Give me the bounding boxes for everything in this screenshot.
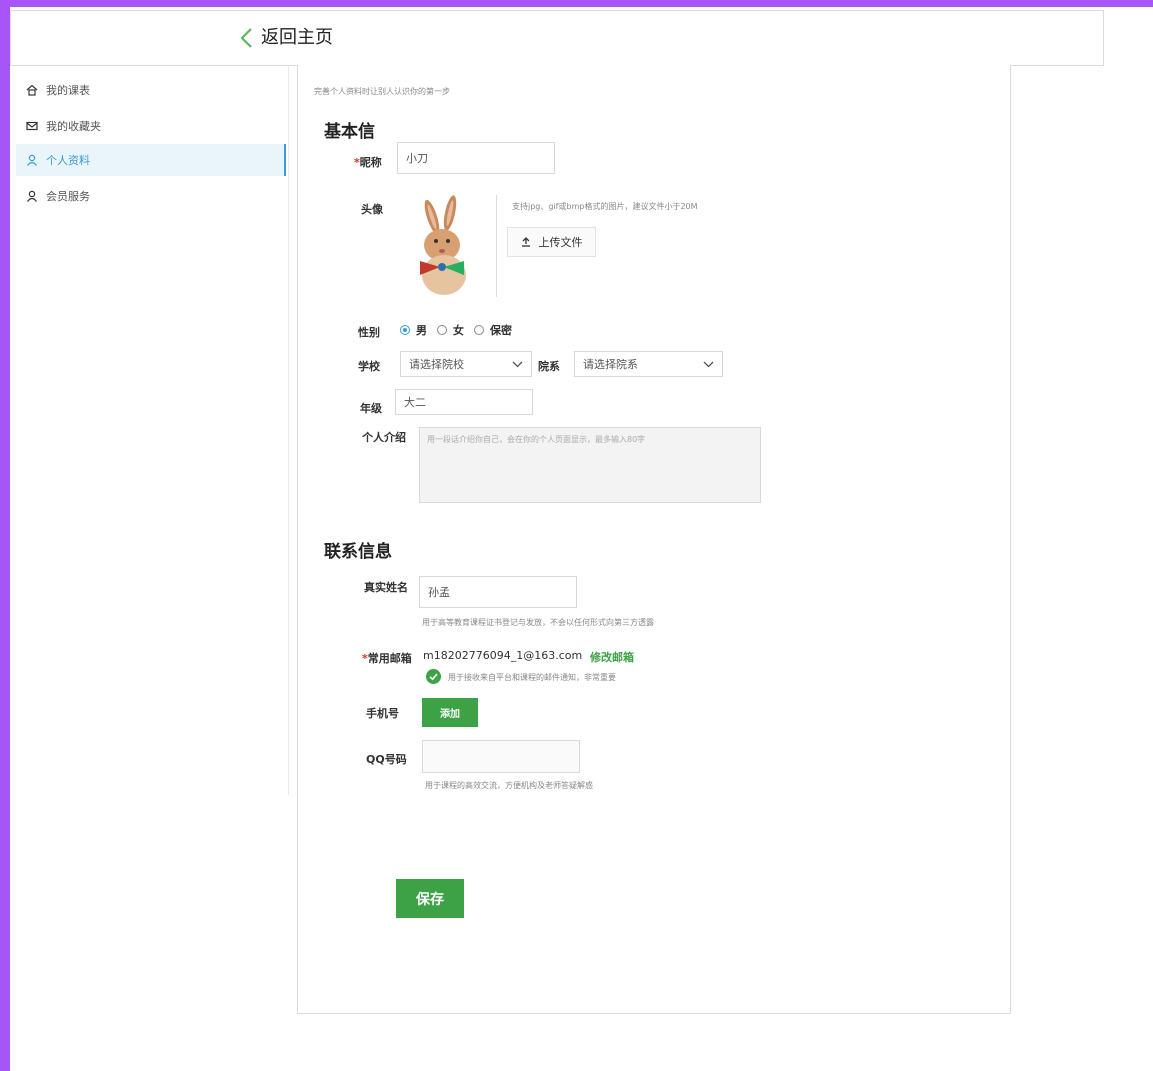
- department-label: 院系: [538, 360, 560, 373]
- radio-unchecked: [437, 325, 447, 335]
- school-select[interactable]: 请选择院校: [400, 351, 532, 377]
- nickname-label: *昵称: [354, 156, 382, 169]
- user-icon: [27, 154, 37, 166]
- home-icon: [26, 84, 38, 96]
- sidebar-item-profile[interactable]: 个人资料: [16, 144, 286, 176]
- chevron-down-icon: [512, 361, 523, 367]
- real-name-input[interactable]: 孙孟: [419, 576, 577, 608]
- sidebar-item-membership[interactable]: 会员服务: [16, 180, 286, 212]
- sidebar-item-label: 我的收藏夹: [46, 120, 101, 133]
- chevron-left-icon[interactable]: [236, 26, 260, 50]
- gender-radio-group: 男 女 保密: [400, 322, 522, 338]
- sidebar-item-schedule[interactable]: 我的课表: [16, 74, 286, 106]
- sidebar: 我的课表 我的收藏夹 个人资料 会员服务: [10, 65, 289, 795]
- avatar-divider: [496, 195, 497, 297]
- gender-option-female[interactable]: 女: [437, 322, 464, 338]
- gender-option-male[interactable]: 男: [400, 322, 427, 338]
- radio-checked: [400, 325, 410, 335]
- chevron-down-icon: [703, 361, 714, 367]
- add-phone-button[interactable]: 添加: [422, 698, 478, 727]
- gender-label: 性别: [358, 326, 380, 339]
- grade-input[interactable]: 大二: [395, 389, 533, 415]
- email-label: *常用邮箱: [362, 652, 412, 665]
- back-home-link[interactable]: 返回主页: [261, 26, 333, 50]
- real-name-label: 真实姓名: [364, 581, 408, 594]
- profile-form: 完善个人资料时让别人认识你的第一步 基本信 *昵称 小刀 头像 支持jpg、gi…: [297, 65, 1011, 1014]
- avatar-image[interactable]: [410, 195, 496, 297]
- user-icon: [27, 190, 37, 202]
- intro-hint: 完善个人资料时让别人认识你的第一步: [314, 87, 450, 96]
- qq-label: QQ号码: [366, 753, 407, 766]
- sidebar-item-label: 我的课表: [46, 84, 90, 97]
- upload-icon: [521, 237, 530, 247]
- section-title-basic: 基本信: [324, 122, 375, 142]
- mail-icon: [26, 121, 38, 131]
- check-circle-icon: [426, 669, 441, 684]
- qq-hint: 用于课程的高效交流，方便机构及老师答疑解惑: [425, 781, 593, 790]
- gender-option-secret[interactable]: 保密: [474, 322, 512, 338]
- real-name-hint: 用于高等教育课程证书登记与发放，不会以任何形式向第三方透露: [422, 618, 654, 627]
- section-title-contact: 联系信息: [324, 542, 392, 562]
- sidebar-item-label: 个人资料: [46, 154, 90, 167]
- upload-button[interactable]: 上传文件: [507, 227, 596, 257]
- avatar-label: 头像: [361, 203, 383, 216]
- radio-unchecked: [474, 325, 484, 335]
- email-value: m18202776094_1@163.com: [423, 649, 583, 662]
- top-bar: 返回主页: [10, 10, 1104, 66]
- sidebar-item-favorites[interactable]: 我的收藏夹: [16, 110, 286, 142]
- grade-label: 年级: [360, 402, 382, 415]
- department-select[interactable]: 请选择院系: [574, 351, 723, 377]
- bio-label: 个人介绍: [362, 431, 406, 444]
- email-hint: 用于接收来自平台和课程的邮件通知，非常重要: [448, 673, 616, 682]
- bio-textarea[interactable]: 用一段话介绍你自己，会在你的个人页面显示，最多输入80字: [419, 427, 761, 503]
- rabbit-avatar-icon: [420, 195, 466, 295]
- qq-input[interactable]: [422, 740, 580, 773]
- save-button[interactable]: 保存: [396, 879, 464, 918]
- school-label: 学校: [358, 360, 380, 373]
- sidebar-item-label: 会员服务: [46, 190, 90, 203]
- edit-email-link[interactable]: 修改邮箱: [590, 649, 634, 665]
- avatar-hint: 支持jpg、gif或bmp格式的图片，建议文件小于20M: [512, 202, 698, 211]
- nickname-input[interactable]: 小刀: [397, 142, 555, 174]
- phone-label: 手机号: [366, 707, 399, 720]
